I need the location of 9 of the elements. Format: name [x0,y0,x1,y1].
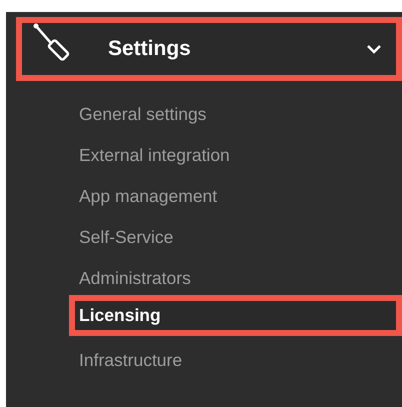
menu-item[interactable]: Infrastructure [6,340,402,381]
menu-title: Settings [108,37,192,61]
settings-menu-header[interactable]: Settings [16,17,402,81]
menu-item[interactable]: General settings [6,94,402,135]
menu-item[interactable]: Self-Service [6,217,402,258]
menu-item[interactable]: External integration [6,135,402,176]
menu-item[interactable]: Licensing [69,295,402,336]
menu-item[interactable]: App management [6,176,402,217]
chevron-down-icon [366,44,382,54]
